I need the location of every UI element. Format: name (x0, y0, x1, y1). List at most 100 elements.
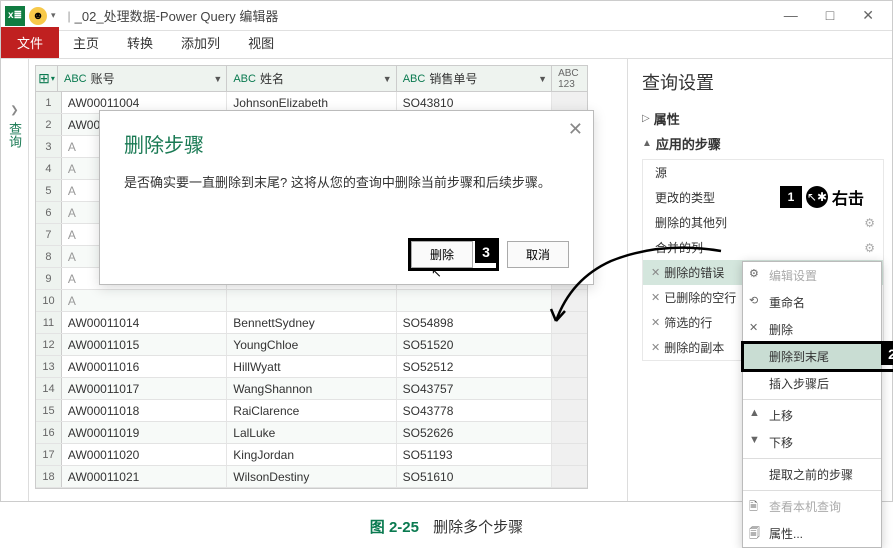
table-row[interactable]: 14AW00011017WangShannonSO43757 (36, 378, 587, 400)
gear-icon[interactable]: ⚙ (864, 216, 875, 230)
caption-label: 图 2-25 (370, 519, 419, 536)
smiley-icon[interactable]: ☻ (29, 7, 47, 25)
row-number: 3 (36, 136, 62, 157)
cell-account[interactable]: A (62, 290, 227, 311)
filter-dropdown-icon[interactable]: ▼ (213, 74, 222, 84)
cell-account[interactable]: AW00011020 (62, 444, 227, 465)
tab-file[interactable]: 文件 (1, 27, 59, 58)
title-separator: | (68, 9, 71, 23)
tab-view[interactable]: 视图 (234, 27, 288, 58)
table-row[interactable]: 17AW00011020KingJordanSO51193 (36, 444, 587, 466)
cell-order[interactable]: SO52512 (397, 356, 552, 377)
context-menu-item[interactable]: ⟲重命名 (743, 289, 881, 316)
step-label: 源 (655, 164, 667, 181)
context-menu-item[interactable]: ▼下移 (743, 429, 881, 456)
tab-addcolumn[interactable]: 添加列 (167, 27, 234, 58)
context-menu-item[interactable]: 提取之前的步骤 (743, 461, 881, 488)
context-menu-item[interactable]: 插入步骤后 (743, 370, 881, 397)
table-row[interactable]: 18AW00011021WilsonDestinySO51610 (36, 466, 587, 488)
ribbon-tabs: 文件 主页 转换 添加列 视图 (1, 31, 892, 59)
smiley-dropdown-icon[interactable]: ▾ (51, 10, 56, 21)
delete-step-dialog: ✕ 删除步骤 是否确实要一直删除到末尾? 这将从您的查询中删除当前步骤和后续步骤… (99, 110, 594, 285)
cell-name[interactable]: BennettSydney (227, 312, 396, 333)
table-row[interactable]: 12AW00011015YoungChloeSO51520 (36, 334, 587, 356)
window-controls: — □ ✕ (784, 7, 888, 24)
table-row[interactable]: 10A (36, 290, 587, 312)
step-label: 筛选的行 (664, 314, 712, 331)
gear-icon[interactable]: ⚙ (864, 241, 875, 255)
table-row[interactable]: 15AW00011018RaiClarenceSO43778 (36, 400, 587, 422)
cell-order[interactable]: SO51193 (397, 444, 552, 465)
row-number: 5 (36, 180, 62, 201)
callout-box-2 (741, 341, 893, 372)
row-number: 11 (36, 312, 62, 333)
filter-dropdown-icon[interactable]: ▼ (383, 74, 392, 84)
cell-order[interactable]: SO54898 (397, 312, 552, 333)
minimize-button[interactable]: — (784, 7, 798, 24)
menu-item-icon: 🗐 (749, 525, 760, 544)
tab-transform[interactable]: 转换 (113, 27, 167, 58)
cell-name[interactable]: WangShannon (227, 378, 396, 399)
delete-step-icon[interactable]: ✕ (651, 341, 660, 354)
delete-step-icon[interactable]: ✕ (651, 266, 660, 279)
column-header-order[interactable]: ABC销售单号▼ (397, 66, 552, 91)
right-click-label: 右击 (832, 185, 864, 209)
column-overflow[interactable]: ABC 123 (552, 66, 587, 91)
cell-account[interactable]: AW00011018 (62, 400, 227, 421)
expand-queries-icon[interactable]: ❯ (4, 99, 24, 122)
context-menu-item[interactable]: ▲上移 (743, 402, 881, 429)
cell-account[interactable]: AW00011015 (62, 334, 227, 355)
cell-order[interactable]: SO43757 (397, 378, 552, 399)
context-menu-item[interactable]: ✕删除 (743, 316, 881, 343)
menu-separator (743, 490, 881, 491)
cell-order[interactable]: SO51520 (397, 334, 552, 355)
applied-step[interactable]: 源 (643, 160, 883, 185)
cell-order[interactable]: SO52626 (397, 422, 552, 443)
table-row[interactable]: 11AW00011014BennettSydneySO54898 (36, 312, 587, 334)
table-row[interactable]: 16AW00011019LalLukeSO52626 (36, 422, 587, 444)
cell-account[interactable]: AW00011021 (62, 466, 227, 487)
cell-account[interactable]: AW00011016 (62, 356, 227, 377)
cell-name[interactable]: YoungChloe (227, 334, 396, 355)
row-number: 4 (36, 158, 62, 179)
type-icon: ABC (64, 73, 87, 85)
cancel-button[interactable]: 取消 (507, 241, 569, 268)
table-row[interactable]: 13AW00011016HillWyattSO52512 (36, 356, 587, 378)
cell-account[interactable]: AW00011017 (62, 378, 227, 399)
cell-order[interactable] (397, 290, 552, 311)
close-button[interactable]: ✕ (862, 7, 874, 24)
grid-header: ⊞▾ ABC账号▼ ABC姓名▼ ABC销售单号▼ ABC 123 (36, 66, 587, 92)
row-number: 16 (36, 422, 62, 443)
cell-order[interactable]: SO51610 (397, 466, 552, 487)
filter-dropdown-icon[interactable]: ▼ (538, 74, 547, 84)
cell-name[interactable] (227, 290, 396, 311)
applied-step[interactable]: 合并的列⚙ (643, 235, 883, 260)
delete-step-icon[interactable]: ✕ (651, 316, 660, 329)
queries-label: 查询 (5, 122, 24, 148)
column-header-name[interactable]: ABC姓名▼ (227, 66, 396, 91)
cell-name[interactable]: LalLuke (227, 422, 396, 443)
cell-name[interactable]: WilsonDestiny (227, 466, 396, 487)
cell-order[interactable]: SO43778 (397, 400, 552, 421)
section-steps[interactable]: ▲应用的步骤 (642, 134, 884, 153)
delete-step-icon[interactable]: ✕ (651, 291, 660, 304)
context-menu-item[interactable]: 删除到末尾2 (743, 343, 881, 370)
cell-name[interactable]: RaiClarence (227, 400, 396, 421)
maximize-button[interactable]: □ (826, 7, 834, 24)
cell-account[interactable]: AW00011019 (62, 422, 227, 443)
column-header-account[interactable]: ABC账号▼ (58, 66, 227, 91)
cell-name[interactable]: HillWyatt (227, 356, 396, 377)
applied-step[interactable]: 删除的其他列⚙ (643, 210, 883, 235)
dialog-message: 是否确实要一直删除到末尾? 这将从您的查询中删除当前步骤和后续步骤。 (124, 172, 569, 194)
section-properties[interactable]: ▷属性 (642, 109, 884, 128)
cell-extra (552, 334, 587, 355)
table-icon[interactable]: ⊞▾ (36, 66, 58, 91)
dialog-close-icon[interactable]: ✕ (568, 119, 583, 140)
tab-home[interactable]: 主页 (59, 27, 113, 58)
menu-item-icon: 🗎 (749, 498, 758, 517)
cell-account[interactable]: AW00011014 (62, 312, 227, 333)
left-rail[interactable]: ❯ 查询 (1, 59, 29, 501)
context-menu-item[interactable]: 🗐属性... (743, 520, 881, 547)
cell-name[interactable]: KingJordan (227, 444, 396, 465)
context-menu-item: ⚙编辑设置 (743, 262, 881, 289)
